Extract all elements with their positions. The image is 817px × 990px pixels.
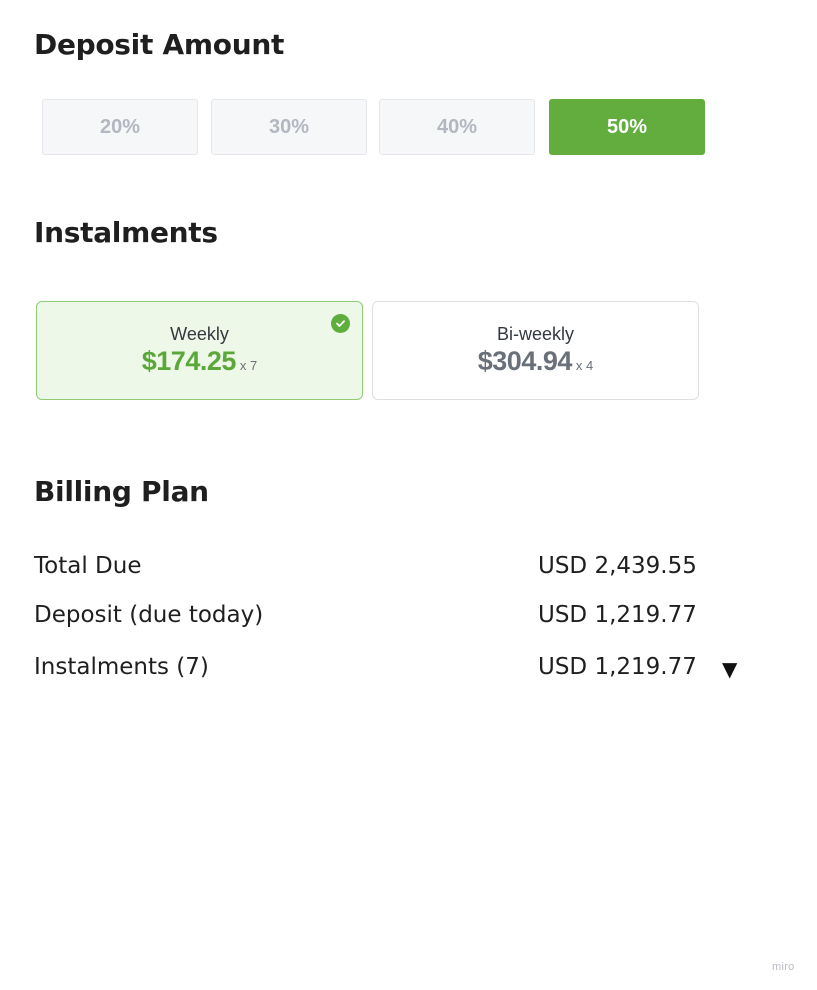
miro-watermark: miro [772, 961, 795, 973]
deposit-due-label: Deposit (due today) [34, 602, 264, 628]
caret-down-icon[interactable]: ▼ [722, 655, 737, 683]
deposit-option-20-button[interactable]: 20% [42, 99, 198, 155]
plan-label: Weekly [170, 324, 229, 344]
deposit-due-value: USD 1,219.77 [538, 602, 697, 628]
plan-card-weekly[interactable]: Weekly $174.25 x 7 [36, 301, 363, 400]
billing-plan-title: Billing Plan [34, 475, 209, 508]
deposit-option-50-button[interactable]: 50% [549, 99, 705, 155]
check-circle-icon [331, 314, 350, 333]
deposit-amount-title: Deposit Amount [34, 28, 285, 61]
plan-label: Bi-weekly [496, 324, 575, 344]
instalments-value: USD 1,219.77 [538, 654, 697, 680]
plan-price: $304.94 [477, 346, 573, 376]
deposit-option-40-button[interactable]: 40% [379, 99, 535, 155]
plan-count: x 4 [575, 358, 594, 373]
plan-price-row: $174.25 x 7 [37, 346, 362, 377]
instalments-title: Instalments [34, 216, 218, 249]
plan-card-biweekly[interactable]: Bi-weekly $304.94 x 4 [372, 301, 699, 400]
total-due-value: USD 2,439.55 [538, 553, 697, 579]
plan-count: x 7 [239, 358, 258, 373]
deposit-option-30-button[interactable]: 30% [211, 99, 367, 155]
instalments-label: Instalments (7) [34, 654, 209, 680]
plan-price-row: $304.94 x 4 [373, 346, 698, 377]
plan-price: $174.25 [141, 346, 237, 376]
total-due-label: Total Due [34, 553, 142, 579]
